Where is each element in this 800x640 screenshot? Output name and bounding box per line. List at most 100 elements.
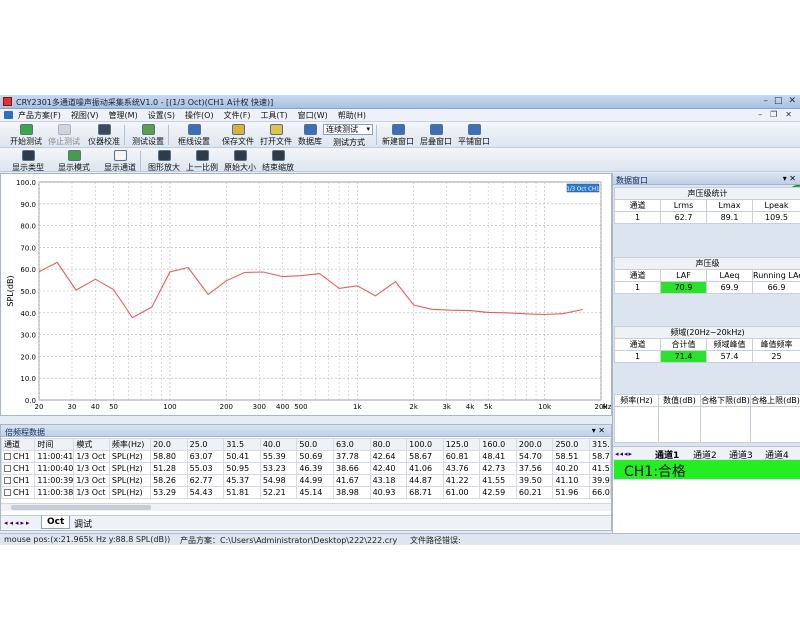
folder-open-icon (269, 124, 283, 135)
table-cell: 45.37 (223, 474, 261, 487)
table-cell: 51.96 (552, 486, 591, 499)
row-checkbox[interactable] (4, 465, 11, 472)
menu-file[interactable]: 文件(F) (224, 110, 251, 121)
table-cell: 37.56 (515, 462, 554, 475)
column-header[interactable]: 时间 (34, 438, 75, 451)
display-type-button[interactable]: 显示类型 (12, 150, 44, 173)
table-cell: 53.23 (259, 462, 298, 475)
menu-tools[interactable]: 工具(T) (260, 110, 287, 121)
stop-test-button[interactable]: 停止测试 (48, 124, 80, 147)
test-setup-button[interactable]: 测试设置 (132, 124, 164, 147)
mdi-restore-icon[interactable]: ❐ (770, 110, 777, 119)
spl-stats-title: 声压级统计 (614, 187, 800, 200)
table-cell: 50.69 (296, 450, 334, 463)
menu-manage[interactable]: 管理(M) (109, 110, 138, 121)
zoom-in-button[interactable]: 图形放大 (148, 150, 180, 173)
channel-label: CH1 (13, 476, 30, 485)
display-channel-button[interactable]: 显示通道 (104, 150, 136, 173)
row-checkbox[interactable] (4, 489, 11, 496)
test-mode-caption: 测试方式 (333, 138, 365, 147)
row-checkbox[interactable] (4, 477, 11, 484)
table-cell: 42.59 (479, 486, 517, 499)
table-row[interactable]: CH1 11:00:39 1/3 Oct SPL(Hz) 58.26 62.77 45.37… (0, 474, 611, 487)
table-row[interactable]: CH1 11:00:40 1/3 Oct SPL(Hz) 51.28 55.03 50.95… (0, 462, 611, 475)
octave-data-caption: 倍频程数据 (5, 428, 45, 437)
tab-debug[interactable]: 调试 (69, 516, 97, 530)
table-cell: 37.78 (332, 450, 371, 463)
end-zoom-button[interactable]: 结束缩放 (262, 150, 294, 173)
column-header[interactable]: 80.0 (369, 438, 408, 451)
scrollbar-thumb[interactable] (11, 505, 151, 510)
y-tick-label: 40.0 (20, 310, 36, 318)
column-header[interactable]: 50.0 (296, 438, 334, 451)
grid-tab-bar: ◂◂◂▸▸ Oct 调试 (1, 515, 611, 530)
document-menu-icon[interactable] (4, 111, 13, 119)
column-header[interactable]: 63.0 (332, 438, 371, 451)
spectrum-chart-panel[interactable]: 0.0 10.0 20.0 30.0 40.0 50.0 60.0 70.0 80.0 90.0 1… (0, 173, 612, 416)
display-mode-button[interactable]: 显示模式 (58, 150, 90, 173)
menu-window[interactable]: 窗口(W) (298, 110, 328, 121)
close-icon[interactable]: ✕ (788, 97, 796, 106)
octave-data-table: 通道 时间 模式 频率(Hz) 20.0 25.0 31.5 40.0 50.0 63.0 80.0… (0, 438, 611, 499)
column-header[interactable]: 频率(Hz) (108, 438, 152, 451)
tab-nav-arrows-icon[interactable]: ◂◂◂▸ (615, 450, 633, 458)
x-tick-label: 5k (484, 403, 493, 411)
mdi-minimize-icon[interactable]: – (758, 110, 762, 119)
channel-tab-bar: ◂◂◂▸ 通道1 通道2 通道3 通道4 (613, 446, 800, 461)
spectrum-chart[interactable]: 0.010.020.030.040.050.060.070.080.090.01… (1, 174, 611, 415)
column-header[interactable]: 315. (589, 438, 611, 451)
menu-operate[interactable]: 操作(O) (185, 110, 214, 121)
maximize-icon[interactable]: □ (774, 97, 783, 106)
column-header[interactable]: 40.0 (259, 438, 298, 451)
y-tick-label: 10.0 (20, 375, 36, 383)
menu-product[interactable]: 产品方案(F) (18, 110, 61, 121)
column-header[interactable]: 160.0 (479, 438, 517, 451)
table-row[interactable]: CH1 11:00:41 1/3 Oct SPL(Hz) 58.80 63.07 50.41… (0, 450, 611, 463)
close-icon[interactable]: ▾ ✕ (592, 426, 605, 435)
x-tick-label: 1k (353, 403, 362, 411)
menu-help[interactable]: 帮助(H) (338, 110, 366, 121)
column-header[interactable]: 25.0 (186, 438, 225, 451)
column-header[interactable]: 模式 (73, 438, 110, 451)
gear-icon (141, 124, 155, 135)
tab-oct[interactable]: Oct (41, 516, 71, 529)
status-bar: mouse pos:(x:21.965k Hz y:88.8 SPL(dB)) … (0, 533, 800, 545)
column-header[interactable]: 200.0 (515, 438, 554, 451)
table-cell: CH1 (0, 462, 36, 475)
column-header[interactable]: 125.0 (442, 438, 481, 451)
tile-window-button[interactable]: 平铺窗口 (458, 124, 490, 147)
previous-ratio-button[interactable]: 上一比例 (186, 150, 218, 173)
column-header[interactable]: 20.0 (150, 438, 188, 451)
column-header[interactable]: 100.0 (406, 438, 444, 451)
octave-data-panel: 倍频程数据 ▾ ✕ 通道 时间 模式 频率(Hz) 20.0 25.0 31.5 40.0 50… (0, 424, 612, 531)
column-header[interactable]: 31.5 (223, 438, 261, 451)
new-window-button[interactable]: 新建窗口 (382, 124, 414, 147)
table-cell: 1/3 Oct (73, 462, 110, 475)
table-row[interactable]: CH1 11:00:38 1/3 Oct SPL(Hz) 53.29 54.43 51.81… (0, 486, 611, 499)
mdi-close-icon[interactable]: ✕ (785, 110, 792, 119)
table-cell: 53.29 (150, 486, 188, 499)
original-size-button[interactable]: 原始大小 (224, 150, 256, 173)
row-checkbox[interactable] (4, 453, 11, 460)
start-test-button[interactable]: 开始测试 (10, 124, 42, 147)
curve-setup-button[interactable]: 框线设置 (178, 124, 210, 147)
mouse-position: mouse pos:(x:21.965k Hz y:88.8 SPL(dB)) (4, 535, 171, 544)
cascade-window-button[interactable]: 层叠窗口 (420, 124, 452, 147)
column-header[interactable]: 通道 (0, 438, 36, 451)
test-mode-select[interactable]: 连续测试 ▾ (323, 124, 373, 135)
open-file-button[interactable]: 打开文件 (260, 124, 292, 147)
menu-view[interactable]: 视图(V) (71, 110, 99, 121)
save-file-button[interactable]: 保存文件 (222, 124, 254, 147)
close-icon[interactable]: ▾ ✕ (783, 174, 796, 183)
minimize-icon[interactable]: – (763, 97, 768, 106)
stop-icon (57, 124, 71, 135)
channel-label: CH1 (13, 452, 30, 461)
tab-nav-arrows-icon[interactable]: ◂◂◂▸▸ (4, 519, 32, 527)
database-button[interactable]: 数据库 (298, 124, 322, 147)
menu-settings[interactable]: 设置(S) (148, 110, 175, 121)
column-header[interactable]: 250.0 (552, 438, 591, 451)
x-tick-label: 400 (276, 403, 289, 411)
grid-horizontal-scrollbar[interactable] (1, 503, 611, 511)
table-cell: 1/3 Oct (73, 474, 110, 487)
calibrate-button[interactable]: 仪器校准 (88, 124, 120, 147)
